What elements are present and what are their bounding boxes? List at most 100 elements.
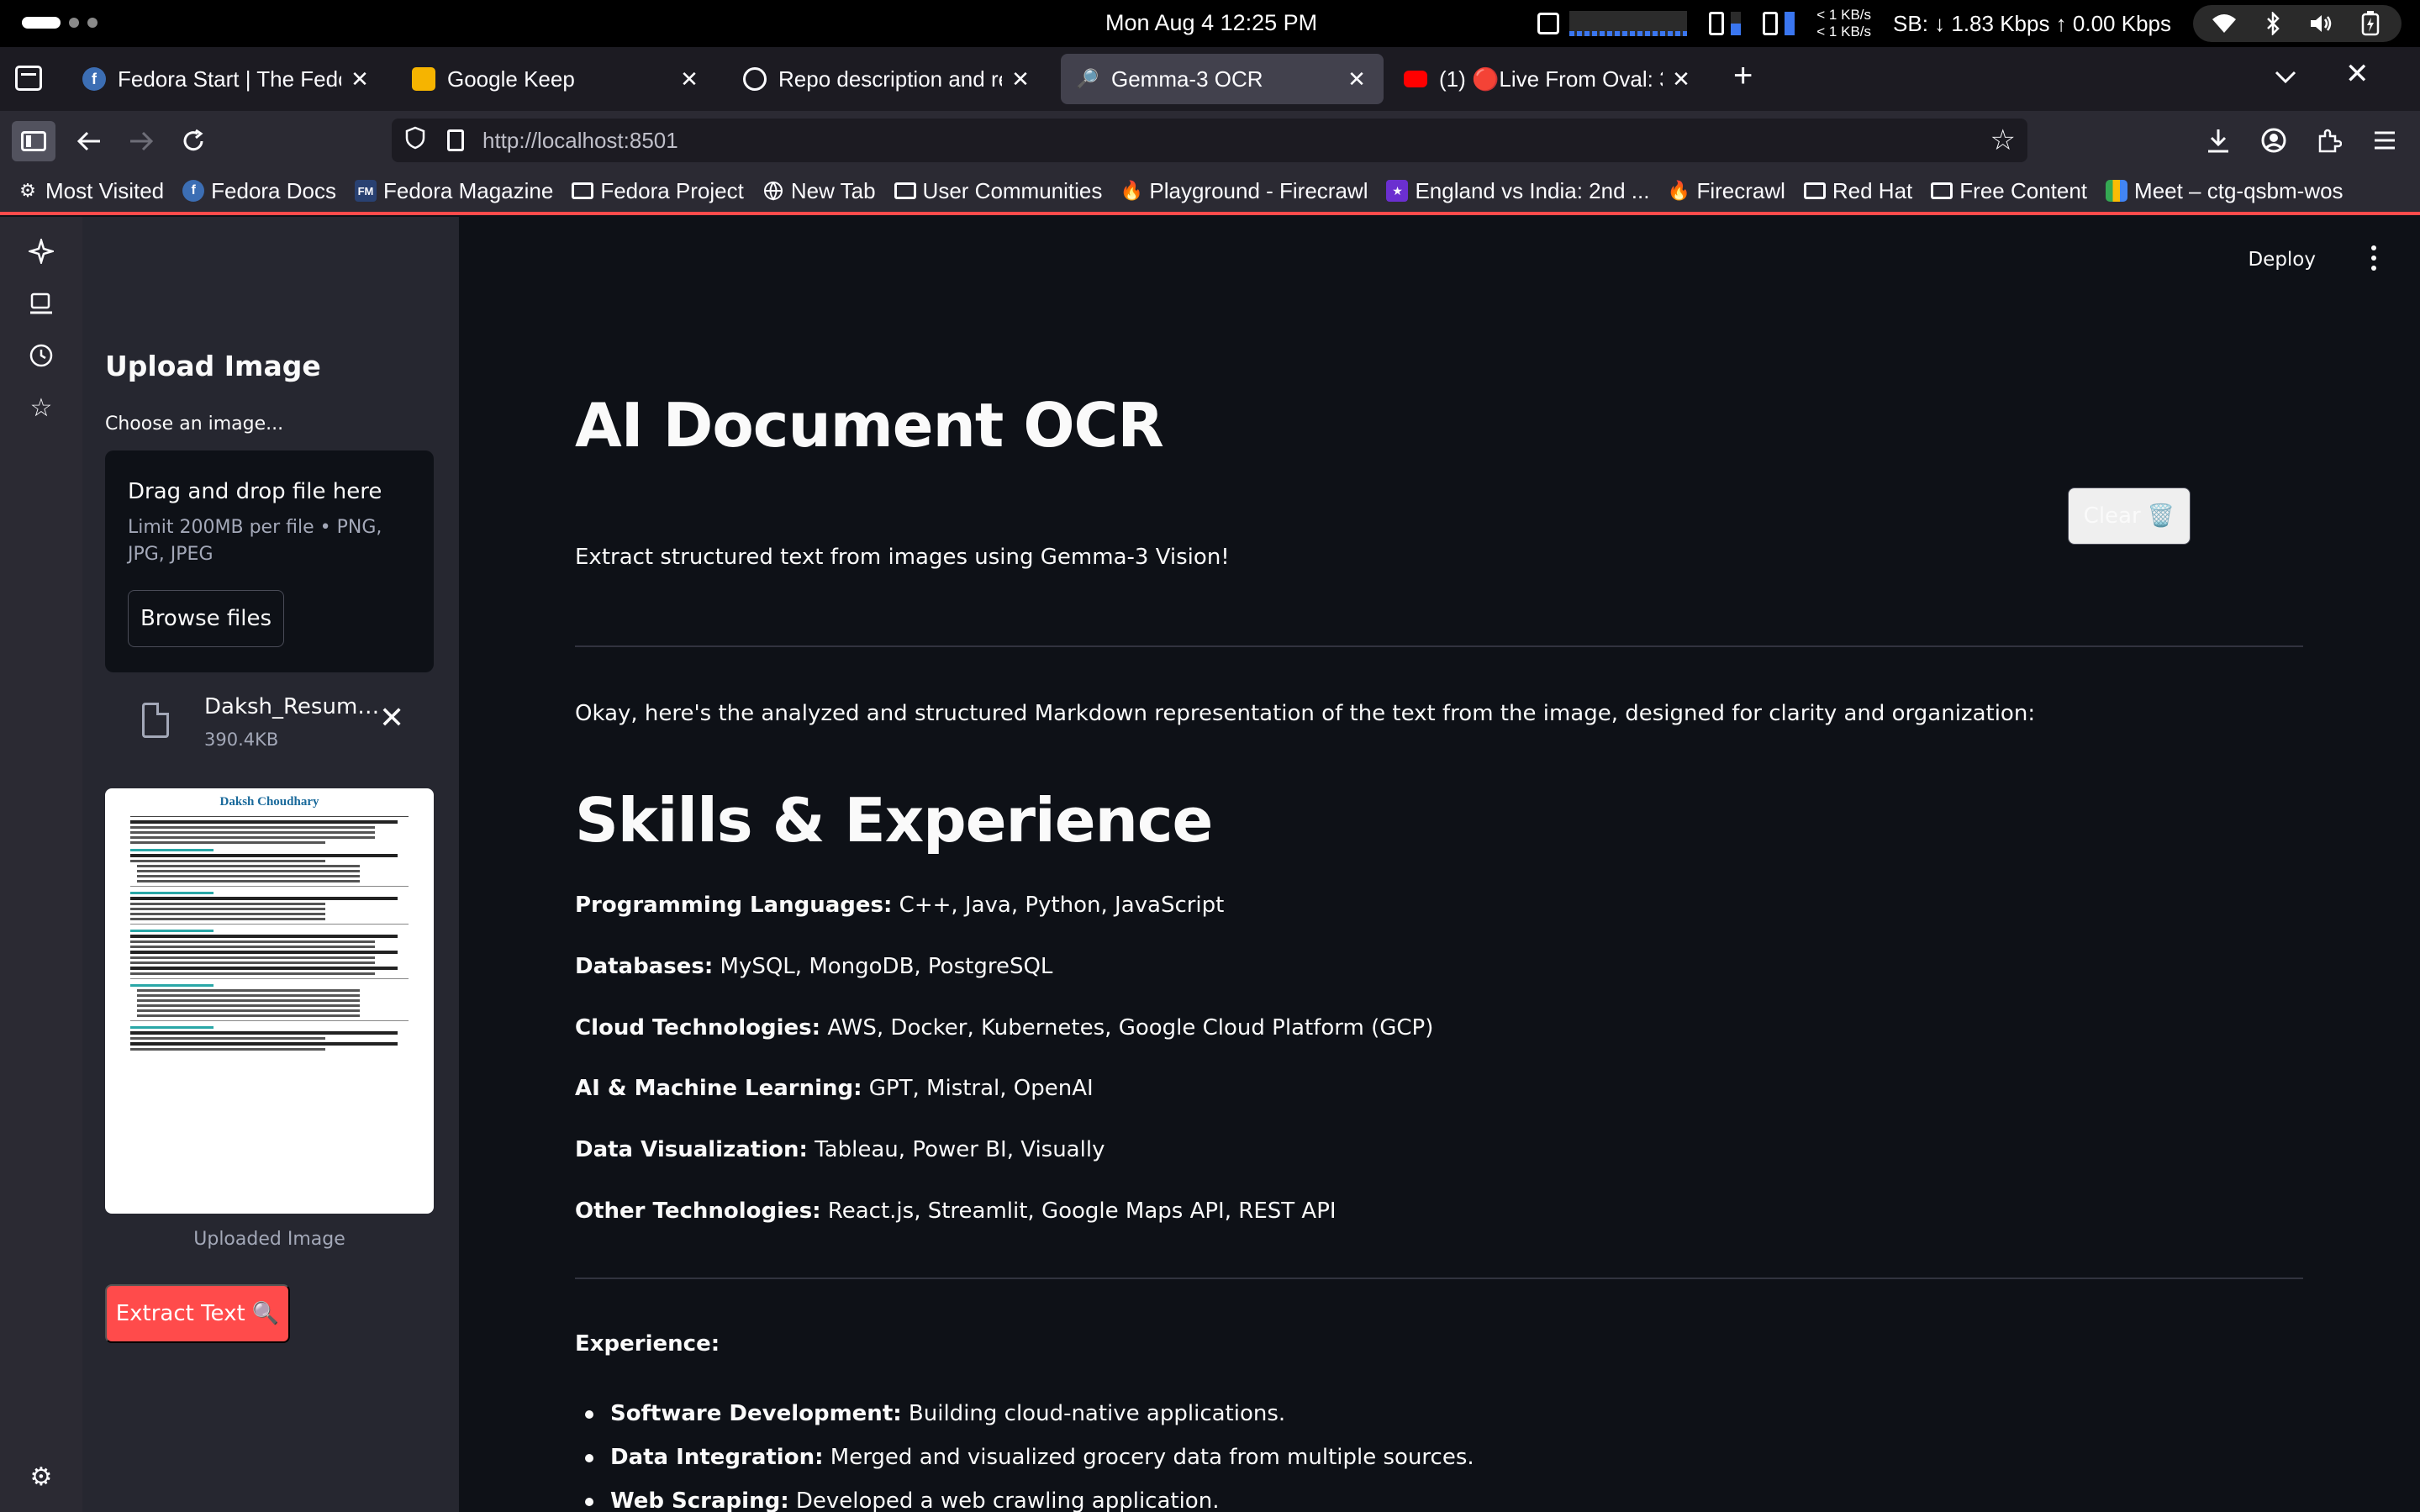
close-tab-icon[interactable]: ✕ <box>1009 66 1032 92</box>
upload-heading: Upload Image <box>105 350 321 382</box>
skill-value: C++, Java, Python, JavaScript <box>899 893 1225 918</box>
browser-sidebar: ☆ ⚙ <box>0 217 82 1512</box>
kebab-menu-icon[interactable] <box>2370 245 2378 271</box>
close-tab-icon[interactable]: ✕ <box>677 66 701 92</box>
remove-file-close-icon[interactable]: ✕ <box>379 701 404 735</box>
workspace-dot <box>87 18 98 28</box>
system-top-bar: Mon Aug 4 12:25 PM < 1 KB/s < 1 KB/s SB:… <box>0 0 2420 47</box>
tab-list-icon[interactable] <box>15 66 42 91</box>
bookmark-new-tab[interactable]: New Tab <box>762 178 876 204</box>
extract-text-button[interactable]: Extract Text 🔍 <box>105 1284 290 1343</box>
file-dropzone[interactable]: Drag and drop file here Limit 200MB per … <box>105 450 434 672</box>
bookmark-firecrawl[interactable]: 🔥 Firecrawl <box>1668 178 1785 204</box>
experience-label: Software Development: <box>610 1401 902 1426</box>
synced-tabs-icon[interactable] <box>25 287 57 319</box>
disk-icon <box>1763 12 1779 35</box>
deploy-button[interactable]: Deploy <box>2248 249 2316 271</box>
cpu-monitor[interactable] <box>1537 11 1688 36</box>
bookmark-star-icon[interactable]: ☆ <box>1990 124 2016 157</box>
cpu-graph <box>1569 11 1688 36</box>
bookmark-label: Red Hat <box>1832 177 1913 203</box>
bookmark-label: Meet – ctg-qsbm-wos <box>2134 177 2344 203</box>
folder-icon <box>572 180 594 202</box>
fire-icon: 🔥 <box>1667 180 1691 201</box>
new-tab-plus-icon[interactable]: + <box>1733 57 1753 95</box>
experience-value: Building cloud-native applications. <box>908 1401 1286 1426</box>
shield-icon[interactable] <box>405 126 430 155</box>
download-icon[interactable] <box>2203 125 2233 155</box>
browse-files-button[interactable]: Browse files <box>128 590 284 647</box>
bookmark-most-visited[interactable]: ⚙ Most Visited <box>17 178 164 204</box>
clear-button[interactable]: Clear 🗑️ <box>2068 487 2191 545</box>
bookmark-fedora-project[interactable]: Fedora Project <box>572 178 744 204</box>
bookmark-label: Fedora Project <box>600 177 744 203</box>
url-text[interactable]: http://localhost:8501 <box>482 128 678 154</box>
window-close-icon[interactable]: ✕ <box>2345 57 2370 91</box>
workspace-indicator[interactable] <box>22 17 98 29</box>
page-subtitle: Extract structured text from images usin… <box>575 545 1230 570</box>
toolbar-actions <box>2203 111 2400 170</box>
experience-heading: Experience: <box>575 1331 720 1357</box>
uploaded-image-preview: Daksh Choudhary <box>105 788 434 1214</box>
forward-arrow-icon[interactable] <box>119 121 163 161</box>
memory-monitor[interactable] <box>1709 12 1742 35</box>
bookmark-label: Most Visited <box>45 177 165 203</box>
tab-gemma-ocr[interactable]: 🔎 Gemma-3 OCR ✕ <box>1061 54 1384 104</box>
bookmark-label: England vs India: 2nd ... <box>1415 177 1650 203</box>
disk-monitor[interactable] <box>1763 12 1795 35</box>
bookmark-red-hat[interactable]: Red Hat <box>1803 177 1913 204</box>
page-title: AI Document OCR <box>575 390 1164 461</box>
close-tab-icon[interactable]: ✕ <box>1345 66 1368 92</box>
bookmarks-toolbar: ⚙ Most Visited f Fedora Docs FM Fedora Maga… <box>0 170 2420 215</box>
history-clock-icon[interactable] <box>25 340 57 371</box>
hamburger-menu-icon[interactable] <box>2370 125 2400 155</box>
bookmark-user-communities[interactable]: User Communities <box>894 178 1102 204</box>
tab-youtube-live[interactable]: (1) 🔴Live From Oval: 35 R ✕ <box>1389 54 1708 104</box>
speed-readout: SB: ↓ 1.83 Kbps ↑ 0.00 Kbps <box>1893 10 2171 36</box>
skill-value: MySQL, MongoDB, PostgreSQL <box>720 954 1053 979</box>
bookmark-fedora-docs[interactable]: f Fedora Docs <box>182 178 336 204</box>
bookmark-free-content[interactable]: Free Content <box>1931 178 2087 204</box>
browser-tab-bar: f Fedora Start | The Fedora ✕ Google Kee… <box>0 47 2420 111</box>
tab-title: (1) 🔴Live From Oval: 35 R <box>1439 66 1663 92</box>
ai-chat-icon[interactable] <box>25 235 57 267</box>
volume-icon <box>2309 11 2334 36</box>
bookmark-fedora-magazine[interactable]: FM Fedora Magazine <box>354 178 553 204</box>
tab-title: Fedora Start | The Fedora <box>118 66 341 92</box>
bookmark-england-vs-india[interactable]: ★ England vs India: 2nd ... <box>1386 178 1649 204</box>
dropzone-title: Drag and drop file here <box>128 479 382 504</box>
close-tab-icon[interactable]: ✕ <box>348 66 372 92</box>
tab-repo-description[interactable]: Repo description and requ ✕ <box>728 54 1047 104</box>
network-monitor[interactable]: < 1 KB/s < 1 KB/s <box>1816 7 1871 40</box>
reload-icon[interactable] <box>171 121 215 161</box>
sidebar-settings-gear-icon[interactable]: ⚙ <box>25 1461 57 1493</box>
system-clock[interactable]: Mon Aug 4 12:25 PM <box>1105 10 1317 36</box>
address-bar[interactable]: http://localhost:8501 ☆ <box>392 119 2027 162</box>
bookmarks-star-icon[interactable]: ☆ <box>25 392 57 424</box>
sidebar-toggle-icon[interactable] <box>12 121 55 161</box>
meet-icon <box>2106 180 2128 202</box>
tab-fedora-start[interactable]: f Fedora Start | The Fedora ✕ <box>67 54 387 104</box>
fedora-icon: f <box>82 67 106 91</box>
skill-programming-languages: Programming Languages: C++, Java, Python… <box>575 893 1224 918</box>
bookmark-meet[interactable]: Meet – ctg-qsbm-wos <box>2106 178 2344 204</box>
quick-settings[interactable] <box>2193 5 2402 42</box>
preview-resume-name: Daksh Choudhary <box>219 795 319 809</box>
skill-label: Databases: <box>575 954 714 979</box>
folder-icon <box>1803 180 1826 202</box>
chevron-down-icon[interactable] <box>2275 62 2296 91</box>
tab-google-keep[interactable]: Google Keep ✕ <box>397 54 716 104</box>
page-info-icon[interactable] <box>447 129 464 151</box>
preview-contact-line <box>130 809 409 817</box>
extensions-icon[interactable] <box>2314 125 2344 155</box>
network-up-rate: < 1 KB/s <box>1816 7 1872 23</box>
close-tab-icon[interactable]: ✕ <box>1669 66 1693 92</box>
skill-value: Tableau, Power BI, Visually <box>815 1137 1105 1162</box>
browser-nav-bar: http://localhost:8501 ☆ <box>0 111 2420 170</box>
memory-bar <box>1731 12 1742 35</box>
bookmark-playground-firecrawl[interactable]: 🔥 Playground - Firecrawl <box>1120 178 1368 204</box>
skill-cloud-technologies: Cloud Technologies: AWS, Docker, Kuberne… <box>575 1015 1433 1040</box>
back-arrow-icon[interactable] <box>67 121 111 161</box>
account-icon[interactable] <box>2259 125 2289 155</box>
skill-label: Data Visualization: <box>575 1137 808 1162</box>
